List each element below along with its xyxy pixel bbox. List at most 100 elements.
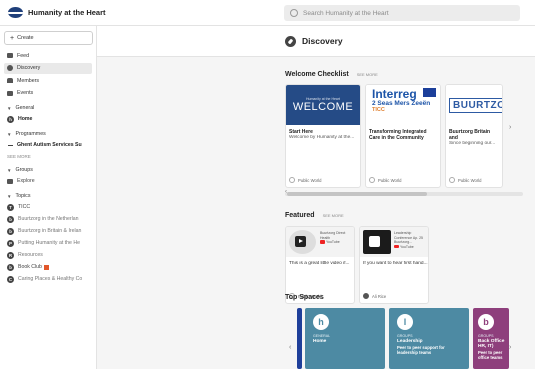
nav-events[interactable]: Events: [4, 88, 92, 99]
nav-discovery[interactable]: Discovery: [4, 62, 92, 74]
space-item-label: Putting Humanity at the He: [18, 240, 80, 246]
card-footer: Public World: [289, 177, 321, 183]
nav-members-label: Members: [17, 77, 40, 84]
groups-explore[interactable]: Explore: [4, 176, 92, 187]
carousel-next-icon[interactable]: ›: [509, 344, 511, 351]
card-footer-label: Public World: [458, 177, 482, 183]
video-meta: Leadership Conference Ap. 25 Buurtzorg..…: [394, 231, 424, 249]
play-icon[interactable]: [295, 236, 306, 247]
space-avatar: b: [7, 263, 14, 271]
nav-members[interactable]: Members: [4, 75, 92, 86]
section-general-toggle[interactable]: ▼ General: [4, 103, 92, 114]
main-content: Discovery Welcome Checklist SEE MORE Hum…: [97, 26, 535, 369]
featured-see-more[interactable]: SEE MORE: [323, 213, 344, 218]
space-item-label: Caring Places & Healthy Co: [18, 276, 83, 282]
welcome-see-more[interactable]: SEE MORE: [357, 72, 378, 77]
create-button[interactable]: + Create: [4, 31, 93, 45]
space-card-back-office[interactable]: b GROUPS Back Office HR, IT) Peer to pee…: [473, 308, 509, 369]
space-type: GROUPS: [397, 334, 413, 338]
section-programmes-toggle[interactable]: ▼ Programmes: [4, 129, 92, 140]
card-title: Buurtzorg Britain and: [449, 129, 491, 141]
card-subtitle: Welcome by Humanity at the...: [289, 135, 355, 140]
nav-discovery-label: Discovery: [17, 65, 41, 71]
globe-icon: [289, 177, 295, 183]
hero-small-text: Humanity at the Heart: [305, 97, 341, 101]
space-item-label: Resources: [18, 252, 43, 258]
search-input[interactable]: Search Humanity at the Heart: [284, 5, 520, 21]
space-name: Back Office HR, IT): [478, 339, 505, 349]
space-item-label: Buurtzorg in the Netherlan: [18, 216, 79, 222]
topic-item[interactable]: R Resources: [4, 250, 92, 261]
play-icon[interactable]: [369, 236, 380, 247]
programmes-see-more[interactable]: SEE MORE: [4, 152, 92, 161]
brand[interactable]: Humanity at the Heart: [0, 7, 200, 18]
nav-feed[interactable]: Feed: [4, 50, 92, 61]
scrollbar-thumb[interactable]: [287, 192, 427, 196]
featured-card-leadership[interactable]: Leadership Conference Ap. 25 Buurtzorg..…: [359, 226, 429, 304]
space-name: Leadership: [397, 339, 423, 344]
chevron-down-icon: ▼: [7, 167, 12, 173]
carousel-prev-icon[interactable]: ‹: [289, 344, 291, 351]
video-thumbnail[interactable]: Buurtzorg Direct Health YouTube: [286, 227, 354, 257]
space-item-label: Explore: [17, 178, 35, 184]
video-thumbnail[interactable]: Leadership Conference Ap. 25 Buurtzorg..…: [360, 227, 428, 257]
space-item-ghent[interactable]: Ghent Autism Services Su: [4, 140, 92, 151]
search-icon: [290, 9, 298, 17]
space-avatar: h: [313, 314, 329, 330]
space-description: Peer to peer support for leadership team…: [397, 345, 445, 355]
section-title: Featured: [285, 212, 315, 219]
topic-item[interactable]: b Book Club: [4, 262, 92, 273]
hero-big-text: BUURTZO: [449, 97, 502, 113]
space-avatar: l: [397, 314, 413, 330]
card-hero: BUURTZO: [446, 85, 502, 125]
space-description: Peer to peer office teams: [478, 350, 503, 360]
space-avatar: b: [7, 215, 14, 223]
eu-flag-icon: [423, 88, 436, 97]
topic-item[interactable]: b Buurtzorg in the Netherlan: [4, 214, 92, 225]
top-spaces-heading: Top Spaces: [285, 294, 324, 301]
section-groups-toggle[interactable]: ▼ Groups: [4, 165, 92, 176]
card-hero: Humanity at the Heart WELCOME: [286, 85, 360, 125]
welcome-card-buurtzorg[interactable]: BUURTZO Buurtzorg Britain and Since begi…: [445, 84, 503, 188]
section-topics-toggle[interactable]: ▼ Topics: [4, 191, 92, 202]
topic-item[interactable]: P Putting Humanity at the He: [4, 238, 92, 249]
hero-big-text: WELCOME: [292, 101, 354, 113]
feed-icon: [7, 53, 13, 58]
topic-item[interactable]: C Caring Places & Healthy Co: [4, 274, 92, 285]
card-hero: Interreg 2 Seas Mers Zeeën TICC: [366, 85, 440, 125]
card-title: This is a great little video if...: [289, 261, 350, 266]
chevron-down-icon: ▼: [7, 193, 12, 199]
community-name: Humanity at the Heart: [28, 8, 106, 17]
card-footer-label: Ali Rice: [372, 293, 387, 299]
scroll-left-icon[interactable]: ‹: [285, 189, 287, 195]
grid-icon: [7, 178, 13, 184]
welcome-card-start-here[interactable]: Humanity at the Heart WELCOME Start Here…: [285, 84, 361, 188]
welcome-card-ticc[interactable]: Interreg 2 Seas Mers Zeeën TICC Transfor…: [365, 84, 441, 188]
space-type: GENERAL: [313, 334, 331, 338]
globe-icon: [449, 177, 455, 183]
space-card-leadership[interactable]: l GROUPS Leadership Peer to peer support…: [389, 308, 469, 369]
space-item-label: Buurtzorg in Britain & Irelan: [18, 228, 82, 234]
members-icon: [7, 78, 13, 83]
carousel-next-icon[interactable]: ›: [509, 124, 511, 131]
nav-feed-label: Feed: [17, 52, 30, 59]
space-avatar: h: [7, 115, 14, 123]
youtube-icon: [394, 244, 399, 249]
space-card-partial[interactable]: [297, 308, 302, 369]
topic-item[interactable]: T TICC: [4, 202, 92, 213]
topic-item[interactable]: b Buurtzorg in Britain & Irelan: [4, 226, 92, 237]
card-footer: Public World: [369, 177, 401, 183]
create-label: Create: [17, 35, 34, 41]
space-item-home[interactable]: h Home: [4, 114, 92, 125]
space-card-home[interactable]: h GENERAL Home: [305, 308, 385, 369]
space-avatar: P: [7, 239, 14, 247]
space-item-label: TICC: [18, 204, 31, 210]
carousel-scrollbar[interactable]: [285, 192, 523, 196]
search-placeholder: Search Humanity at the Heart: [303, 9, 389, 17]
calendar-icon: [7, 90, 13, 96]
sidebar: + Create Feed Discovery Members Events ▼…: [0, 26, 97, 369]
section-topics-heading: Topics: [15, 193, 31, 199]
space-type: GROUPS: [478, 334, 494, 338]
featured-card-video[interactable]: Buurtzorg Direct Health YouTube This is …: [285, 226, 355, 304]
video-meta-text: Buurtzorg Direct Health: [320, 231, 346, 240]
